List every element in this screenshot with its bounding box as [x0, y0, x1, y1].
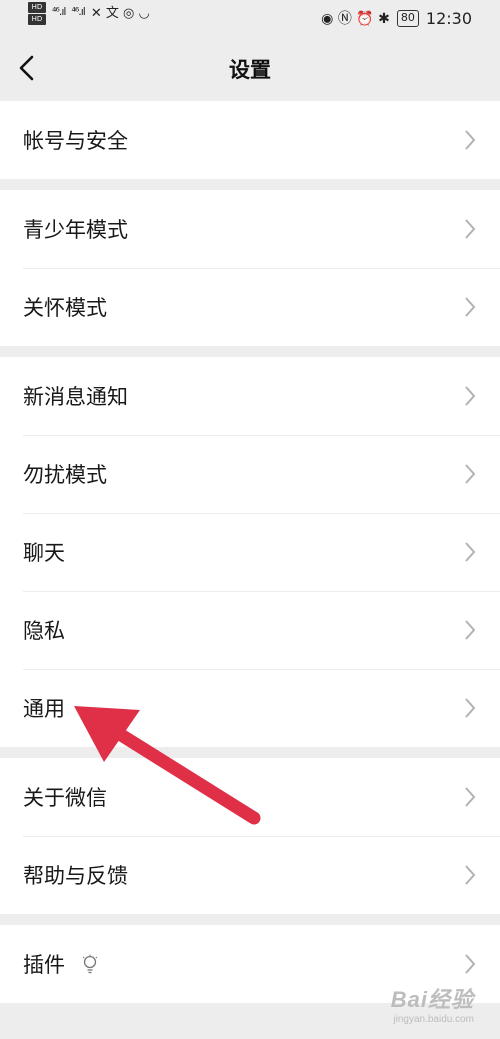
chevron-right-icon [465, 698, 476, 718]
settings-item-privacy[interactable]: 隐私 [0, 591, 500, 669]
watermark-url: jingyan.baidu.com [393, 1014, 474, 1025]
notification-icons: ✕ 文 ◎ ◡ [90, 6, 150, 21]
settings-group-modes: 青少年模式 关怀模式 [0, 190, 500, 346]
chevron-right-icon [465, 865, 476, 885]
signal-icon: ⁴⁶.ıl [52, 5, 66, 18]
signal-icon: ⁴⁶.ıl [71, 5, 85, 18]
settings-item-do-not-disturb[interactable]: 勿扰模式 [0, 435, 500, 513]
watermark: Bai经验 jingyan.baidu.com [391, 982, 474, 1025]
settings-item-account-security[interactable]: 帐号与安全 [0, 101, 500, 179]
chevron-right-icon [465, 386, 476, 406]
settings-item-youth-mode[interactable]: 青少年模式 [0, 190, 500, 268]
watermark-logo: Bai经验 [390, 987, 474, 1012]
lightbulb-icon [82, 954, 98, 974]
settings-item-label: 关于微信 [23, 786, 107, 810]
settings-group-about: 关于微信 帮助与反馈 [0, 758, 500, 914]
settings-item-notifications[interactable]: 新消息通知 [0, 357, 500, 435]
clock: 12:30 [425, 8, 472, 28]
settings-group-account: 帐号与安全 [0, 101, 500, 179]
hd-indicators: HD HD [28, 2, 46, 25]
chevron-right-icon [465, 130, 476, 150]
settings-item-label: 插件 [23, 953, 65, 977]
system-icons: ◉ Ⓝ ⏰ ✱ [321, 11, 390, 27]
settings-item-care-mode[interactable]: 关怀模式 [0, 268, 500, 346]
chevron-right-icon [465, 219, 476, 239]
chevron-right-icon [465, 620, 476, 640]
chevron-right-icon [465, 954, 476, 974]
page-title: 设置 [229, 58, 271, 82]
settings-group-general: 新消息通知 勿扰模式 聊天 隐私 通用 [0, 357, 500, 747]
settings-item-label: 聊天 [23, 541, 65, 565]
battery-icon: 80 [396, 9, 419, 27]
settings-item-general[interactable]: 通用 [0, 669, 500, 747]
nav-bar: 设置 [0, 36, 500, 100]
hd-badge: HD [28, 2, 46, 13]
chevron-right-icon [465, 297, 476, 317]
settings-item-label: 关怀模式 [23, 296, 107, 320]
settings-item-about-wechat[interactable]: 关于微信 [0, 758, 500, 836]
settings-item-label: 通用 [23, 697, 65, 721]
settings-item-help-feedback[interactable]: 帮助与反馈 [0, 836, 500, 914]
settings-item-chat[interactable]: 聊天 [0, 513, 500, 591]
settings-item-label: 青少年模式 [23, 218, 128, 242]
chevron-right-icon [465, 464, 476, 484]
settings-item-label: 隐私 [23, 619, 65, 643]
settings-item-label: 帐号与安全 [23, 129, 128, 153]
settings-item-label: 帮助与反馈 [23, 864, 128, 888]
settings-item-label: 新消息通知 [23, 385, 128, 409]
status-bar: HD HD ⁴⁶.ıl ⁴⁶.ıl ✕ 文 ◎ ◡ ◉ Ⓝ ⏰ ✱ 80 12:… [0, 0, 500, 36]
chevron-right-icon [465, 542, 476, 562]
hd-badge: HD [28, 14, 46, 25]
settings-item-label: 勿扰模式 [23, 463, 107, 487]
chevron-right-icon [465, 787, 476, 807]
